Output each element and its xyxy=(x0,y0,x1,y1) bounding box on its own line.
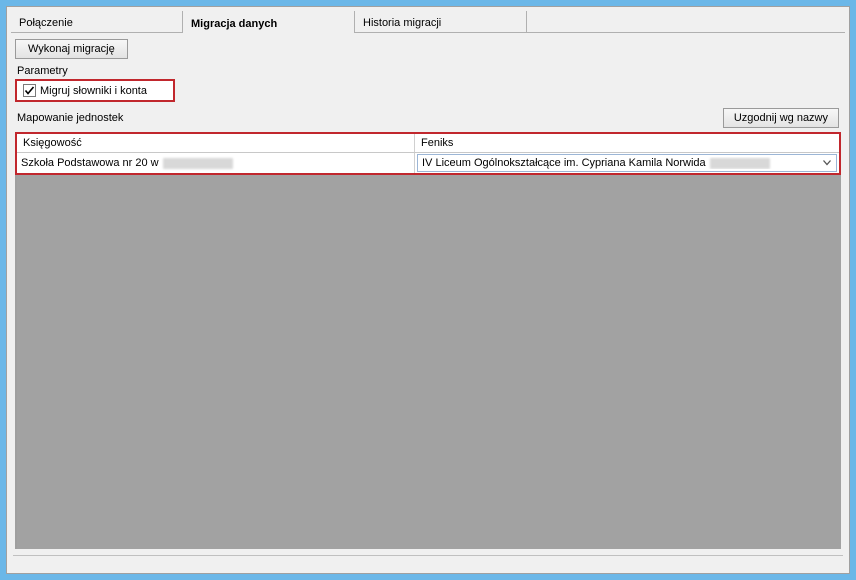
run-migration-label: Wykonaj migrację xyxy=(28,43,115,55)
mapping-header-row: Mapowanie jednostek Uzgodnij wg nazwy xyxy=(11,106,845,132)
tab-filler xyxy=(527,11,845,33)
redacted-text xyxy=(710,158,770,169)
status-bar xyxy=(13,555,843,571)
cell-accounting-text: Szkoła Podstawowa nr 20 w xyxy=(21,157,159,169)
window-body: Połączenie Migracja danych Historia migr… xyxy=(6,6,850,574)
align-by-name-label: Uzgodnij wg nazwy xyxy=(734,112,828,124)
mapping-table-highlight: Księgowość Feniks Szkoła Podstawowa nr 2… xyxy=(15,132,841,175)
tab-connection-label: Połączenie xyxy=(19,17,73,29)
params-highlight-box: Migruj słowniki i konta xyxy=(15,79,175,102)
empty-grid-area xyxy=(15,175,841,549)
cell-feniks: IV Liceum Ogólnokształcące im. Cypriana … xyxy=(415,153,839,173)
chevron-down-icon xyxy=(820,155,834,171)
table-header: Księgowość Feniks xyxy=(17,134,839,153)
tab-migration-label: Migracja danych xyxy=(191,18,277,30)
redacted-text xyxy=(163,158,233,169)
toolbar: Wykonaj migrację xyxy=(11,33,845,63)
app-frame: Połączenie Migracja danych Historia migr… xyxy=(0,0,856,580)
migrate-dicts-checkbox[interactable] xyxy=(23,84,36,97)
col-accounting-header[interactable]: Księgowość xyxy=(17,134,415,152)
migrate-dicts-label: Migruj słowniki i konta xyxy=(40,85,147,97)
align-by-name-button[interactable]: Uzgodnij wg nazwy xyxy=(723,108,839,128)
mapping-section-label: Mapowanie jednostek xyxy=(17,112,723,124)
cell-accounting[interactable]: Szkoła Podstawowa nr 20 w xyxy=(17,153,415,173)
tab-history[interactable]: Historia migracji xyxy=(355,11,527,33)
feniks-combobox[interactable]: IV Liceum Ogólnokształcące im. Cypriana … xyxy=(417,154,837,172)
col-feniks-header[interactable]: Feniks xyxy=(415,134,839,152)
run-migration-button[interactable]: Wykonaj migrację xyxy=(15,39,128,59)
tab-history-label: Historia migracji xyxy=(363,17,441,29)
tab-migration[interactable]: Migracja danych xyxy=(183,11,355,33)
feniks-value-text: IV Liceum Ogólnokształcące im. Cypriana … xyxy=(422,157,706,169)
feniks-combobox-value: IV Liceum Ogólnokształcące im. Cypriana … xyxy=(422,157,820,169)
table-row: Szkoła Podstawowa nr 20 w IV Liceum Ogól… xyxy=(17,153,839,173)
grid-background xyxy=(17,175,841,549)
checkmark-icon xyxy=(24,85,35,96)
tab-connection[interactable]: Połączenie xyxy=(11,11,183,33)
params-section-label: Parametry xyxy=(11,63,845,79)
tab-strip: Połączenie Migracja danych Historia migr… xyxy=(11,11,845,33)
